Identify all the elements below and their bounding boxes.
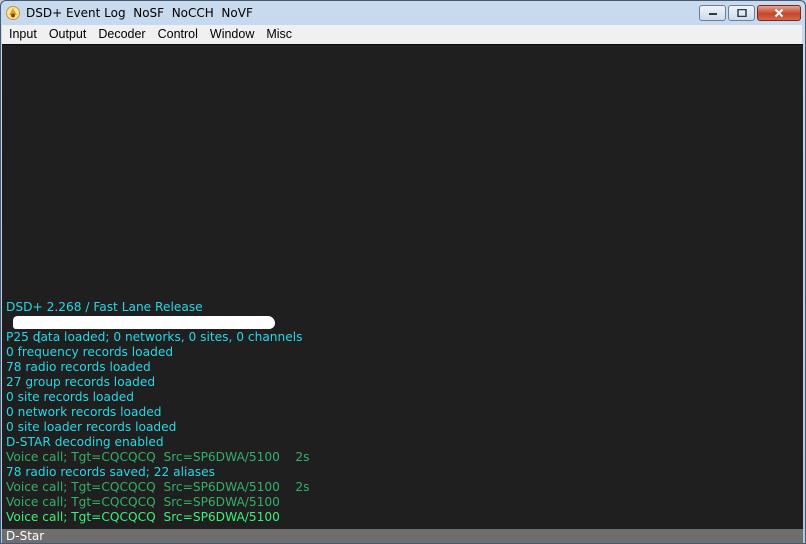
log-line: D-STAR decoding enabled bbox=[6, 435, 164, 449]
menu-bar: Input Output Decoder Control Window Misc bbox=[2, 25, 316, 44]
log-line: 0 site loader records loaded bbox=[6, 420, 177, 434]
close-button[interactable] bbox=[757, 5, 801, 21]
redaction-mark bbox=[13, 316, 275, 329]
maximize-button[interactable] bbox=[728, 5, 755, 21]
log-line: 27 group records loaded bbox=[6, 375, 156, 389]
log-line: DSD+ 2.268 / Fast Lane Release bbox=[6, 300, 203, 314]
menu-window[interactable]: Window bbox=[204, 25, 260, 44]
menu-bar-filler bbox=[316, 25, 802, 44]
log-line-text: [ bbox=[37, 330, 42, 344]
log-line-redacted: [ bbox=[6, 315, 310, 344]
minimize-button[interactable] bbox=[699, 5, 726, 21]
log-line-voice-call: Voice call; Tgt=CQCQCQ Src=SP6DWA/5100 2… bbox=[6, 450, 310, 464]
close-icon bbox=[774, 8, 784, 18]
decoder-mode-status: D-Star bbox=[6, 529, 45, 543]
menu-input[interactable]: Input bbox=[2, 25, 43, 44]
menu-control[interactable]: Control bbox=[152, 25, 204, 44]
menu-misc[interactable]: Misc bbox=[260, 25, 298, 44]
log-line: 0 frequency records loaded bbox=[6, 345, 174, 359]
maximize-icon bbox=[736, 9, 747, 17]
minimize-icon bbox=[708, 13, 717, 15]
menu-output[interactable]: Output bbox=[43, 25, 93, 44]
event-log-list: DSD+ 2.268 / Fast Lane Release [ P25 dat… bbox=[6, 300, 310, 525]
dsd-event-log-window: DSD+ Event Log NoSF NoCCH NoVF Input Out… bbox=[0, 0, 806, 544]
app-icon bbox=[5, 5, 21, 21]
log-line: 78 radio records loaded bbox=[6, 360, 151, 374]
status-bar: D-Star bbox=[2, 529, 803, 543]
event-log-console[interactable]: DSD+ 2.268 / Fast Lane Release [ P25 dat… bbox=[2, 44, 803, 530]
log-line-voice-call: Voice call; Tgt=CQCQCQ Src=SP6DWA/5100 2… bbox=[6, 480, 310, 494]
window-controls bbox=[699, 5, 801, 21]
log-line: 0 network records loaded bbox=[6, 405, 162, 419]
log-line: 0 site records loaded bbox=[6, 390, 134, 404]
log-line-voice-call-active: Voice call; Tgt=CQCQCQ Src=SP6DWA/5100 bbox=[6, 510, 280, 524]
log-line: P25 data loaded; 0 networks, 0 sites, 0 … bbox=[6, 330, 303, 344]
menu-decoder[interactable]: Decoder bbox=[92, 25, 151, 44]
log-line-voice-call: Voice call; Tgt=CQCQCQ Src=SP6DWA/5100 bbox=[6, 495, 280, 509]
log-line: 78 radio records saved; 22 aliases bbox=[6, 465, 216, 479]
window-title: DSD+ Event Log NoSF NoCCH NoVF bbox=[26, 6, 253, 20]
title-bar[interactable]: DSD+ Event Log NoSF NoCCH NoVF bbox=[1, 1, 805, 25]
